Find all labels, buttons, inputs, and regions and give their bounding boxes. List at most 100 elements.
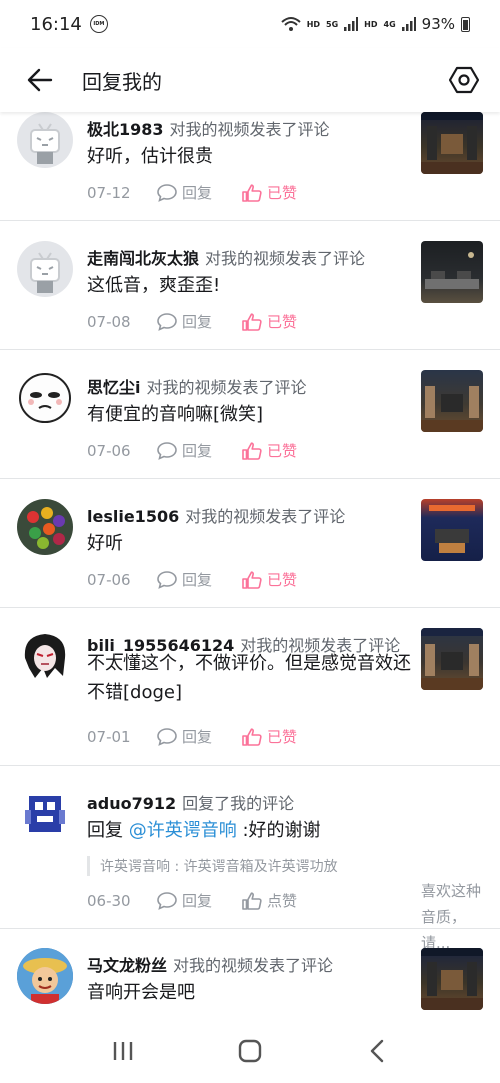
comment-text[interactable]: 回复 @许英谔音响 :好的谢谢: [87, 816, 407, 845]
action-text: 对我的视频发表了评论: [205, 249, 366, 268]
back-button[interactable]: [22, 62, 58, 98]
like-button[interactable]: 已赞: [242, 726, 297, 747]
thumbs-up-icon: [242, 441, 262, 460]
list-item[interactable]: 走南闯北灰太狼 对我的视频发表了评论 这低音，爽歪歪! 07-08 回复 已赞: [0, 221, 500, 350]
reply-label: 回复: [182, 184, 213, 202]
list-item[interactable]: leslie1506 对我的视频发表了评论 好听 07-06 回复 已赞: [0, 479, 500, 608]
cartoon-avatar-icon: [17, 948, 73, 1004]
meta-row: 07-06 回复 已赞: [87, 569, 297, 590]
avatar[interactable]: [17, 628, 73, 684]
liked-label: 已赞: [267, 184, 298, 202]
video-thumbnail[interactable]: [421, 112, 483, 174]
network-label-2: 4G: [383, 19, 396, 29]
comment-text[interactable]: 不太懂这个，不做评价。但是感觉音效还不错[doge]: [87, 649, 412, 707]
user-line: 走南闯北灰太狼 对我的视频发表了评论: [87, 245, 365, 269]
list-item[interactable]: bili_1955646124 对我的视频发表了评论 不太懂这个，不做评价。但是感…: [0, 608, 500, 766]
reply-button[interactable]: 回复: [157, 569, 212, 590]
list-item[interactable]: 思忆尘i 对我的视频发表了评论 有便宜的音响嘛[微笑] 07-06 回复 已赞: [0, 350, 500, 479]
reply-button[interactable]: 回复: [157, 726, 212, 747]
battery-icon: [461, 16, 470, 32]
date: 07-08: [87, 312, 131, 331]
video-thumbnail[interactable]: [421, 499, 483, 561]
comment-text[interactable]: 好听: [87, 529, 407, 558]
app-header: 回复我的: [0, 48, 500, 112]
status-time: 16:14: [30, 13, 82, 35]
avatar[interactable]: [17, 499, 73, 555]
comment-icon: [157, 891, 177, 910]
meme-face-avatar-icon: [19, 373, 71, 423]
avatar[interactable]: [17, 948, 73, 1004]
liked-label: 已赞: [267, 571, 298, 589]
username[interactable]: aduo7912: [87, 794, 176, 813]
reply-text: :好的谢谢: [236, 820, 321, 841]
battery-percent: 93%: [421, 15, 455, 33]
like-button[interactable]: 已赞: [242, 440, 297, 461]
idm-icon: IDM: [89, 15, 108, 33]
meta-row: 07-06 回复 已赞: [87, 440, 297, 461]
thumbs-up-icon: [242, 570, 262, 589]
like-label: 点赞: [267, 892, 298, 910]
like-button[interactable]: 已赞: [242, 311, 297, 332]
quoted-comment[interactable]: 许英谔音响 : 许英谔音箱及许英谔功放: [87, 856, 338, 876]
avatar[interactable]: [17, 241, 73, 297]
video-thumbnail[interactable]: [421, 948, 483, 1010]
reply-button[interactable]: 回复: [157, 440, 212, 461]
username[interactable]: 极北1983: [87, 120, 164, 139]
comment-text[interactable]: 音响开会是吧: [87, 978, 407, 1007]
fruit-avatar-icon: [27, 507, 65, 549]
mention-link[interactable]: @许英谔音响: [129, 820, 237, 841]
thumbnail-image: [425, 252, 479, 289]
username[interactable]: 走南闯北灰太狼: [87, 249, 199, 268]
list-item[interactable]: 马文龙粉丝 对我的视频发表了评论 音响开会是吧: [0, 929, 500, 1029]
reply-button[interactable]: 回复: [157, 311, 212, 332]
thumbs-up-icon: [242, 891, 262, 910]
arrow-left-icon: [27, 68, 53, 92]
liked-label: 已赞: [267, 442, 298, 460]
recent-apps-icon: [114, 1041, 133, 1060]
reply-label: 回复: [182, 442, 213, 460]
action-text: 对我的视频发表了评论: [169, 120, 330, 139]
reply-prefix: 回复: [87, 820, 129, 841]
video-thumbnail[interactable]: [421, 370, 483, 432]
avatar[interactable]: [17, 112, 73, 168]
comment-text[interactable]: 这低音，爽歪歪!: [87, 271, 407, 300]
meta-row: 07-08 回复 已赞: [87, 311, 297, 332]
like-button[interactable]: 已赞: [242, 182, 297, 203]
comment-icon: [157, 183, 177, 202]
like-button[interactable]: 点赞: [242, 890, 297, 911]
tv-avatar-icon: [30, 123, 60, 164]
username[interactable]: leslie1506: [87, 507, 179, 526]
reply-button[interactable]: 回复: [157, 890, 212, 911]
video-thumbnail[interactable]: [421, 628, 483, 690]
wifi-icon: [281, 17, 301, 31]
avatar[interactable]: [17, 786, 73, 842]
video-thumbnail[interactable]: [421, 241, 483, 303]
home-button[interactable]: [230, 1031, 270, 1071]
reply-label: 回复: [182, 728, 213, 746]
chevron-left-icon: [370, 1039, 383, 1062]
username[interactable]: 思忆尘i: [87, 378, 141, 397]
reply-button[interactable]: 回复: [157, 182, 212, 203]
user-line: aduo7912 回复了我的评论: [87, 790, 294, 814]
thumbnail-image: [421, 112, 483, 174]
avatar[interactable]: [17, 370, 73, 426]
settings-button[interactable]: [446, 62, 482, 98]
date: 07-12: [87, 183, 131, 202]
user-line: leslie1506 对我的视频发表了评论: [87, 503, 345, 527]
username[interactable]: 马文龙粉丝: [87, 956, 167, 975]
hd-label-1: HD: [306, 19, 321, 29]
meta-row: 07-01 回复 已赞: [87, 726, 297, 747]
action-text: 对我的视频发表了评论: [185, 507, 346, 526]
hexagon-settings-icon: [449, 66, 479, 94]
comment-text[interactable]: 好听，估计很贵: [87, 142, 407, 171]
network-label-1: 5G: [326, 19, 339, 29]
system-back-button[interactable]: [357, 1031, 397, 1071]
list-item[interactable]: aduo7912 回复了我的评论 回复 @许英谔音响 :好的谢谢 许英谔音响 : …: [0, 766, 500, 952]
hd-label-2: HD: [364, 19, 378, 29]
comment-text[interactable]: 有便宜的音响嘛[微笑]: [87, 400, 407, 429]
comment-icon: [157, 727, 177, 746]
recent-apps-button[interactable]: [103, 1031, 143, 1071]
like-button[interactable]: 已赞: [242, 569, 297, 590]
thumbnail-image: [421, 948, 483, 1010]
pixel-avatar-icon: [25, 796, 65, 832]
